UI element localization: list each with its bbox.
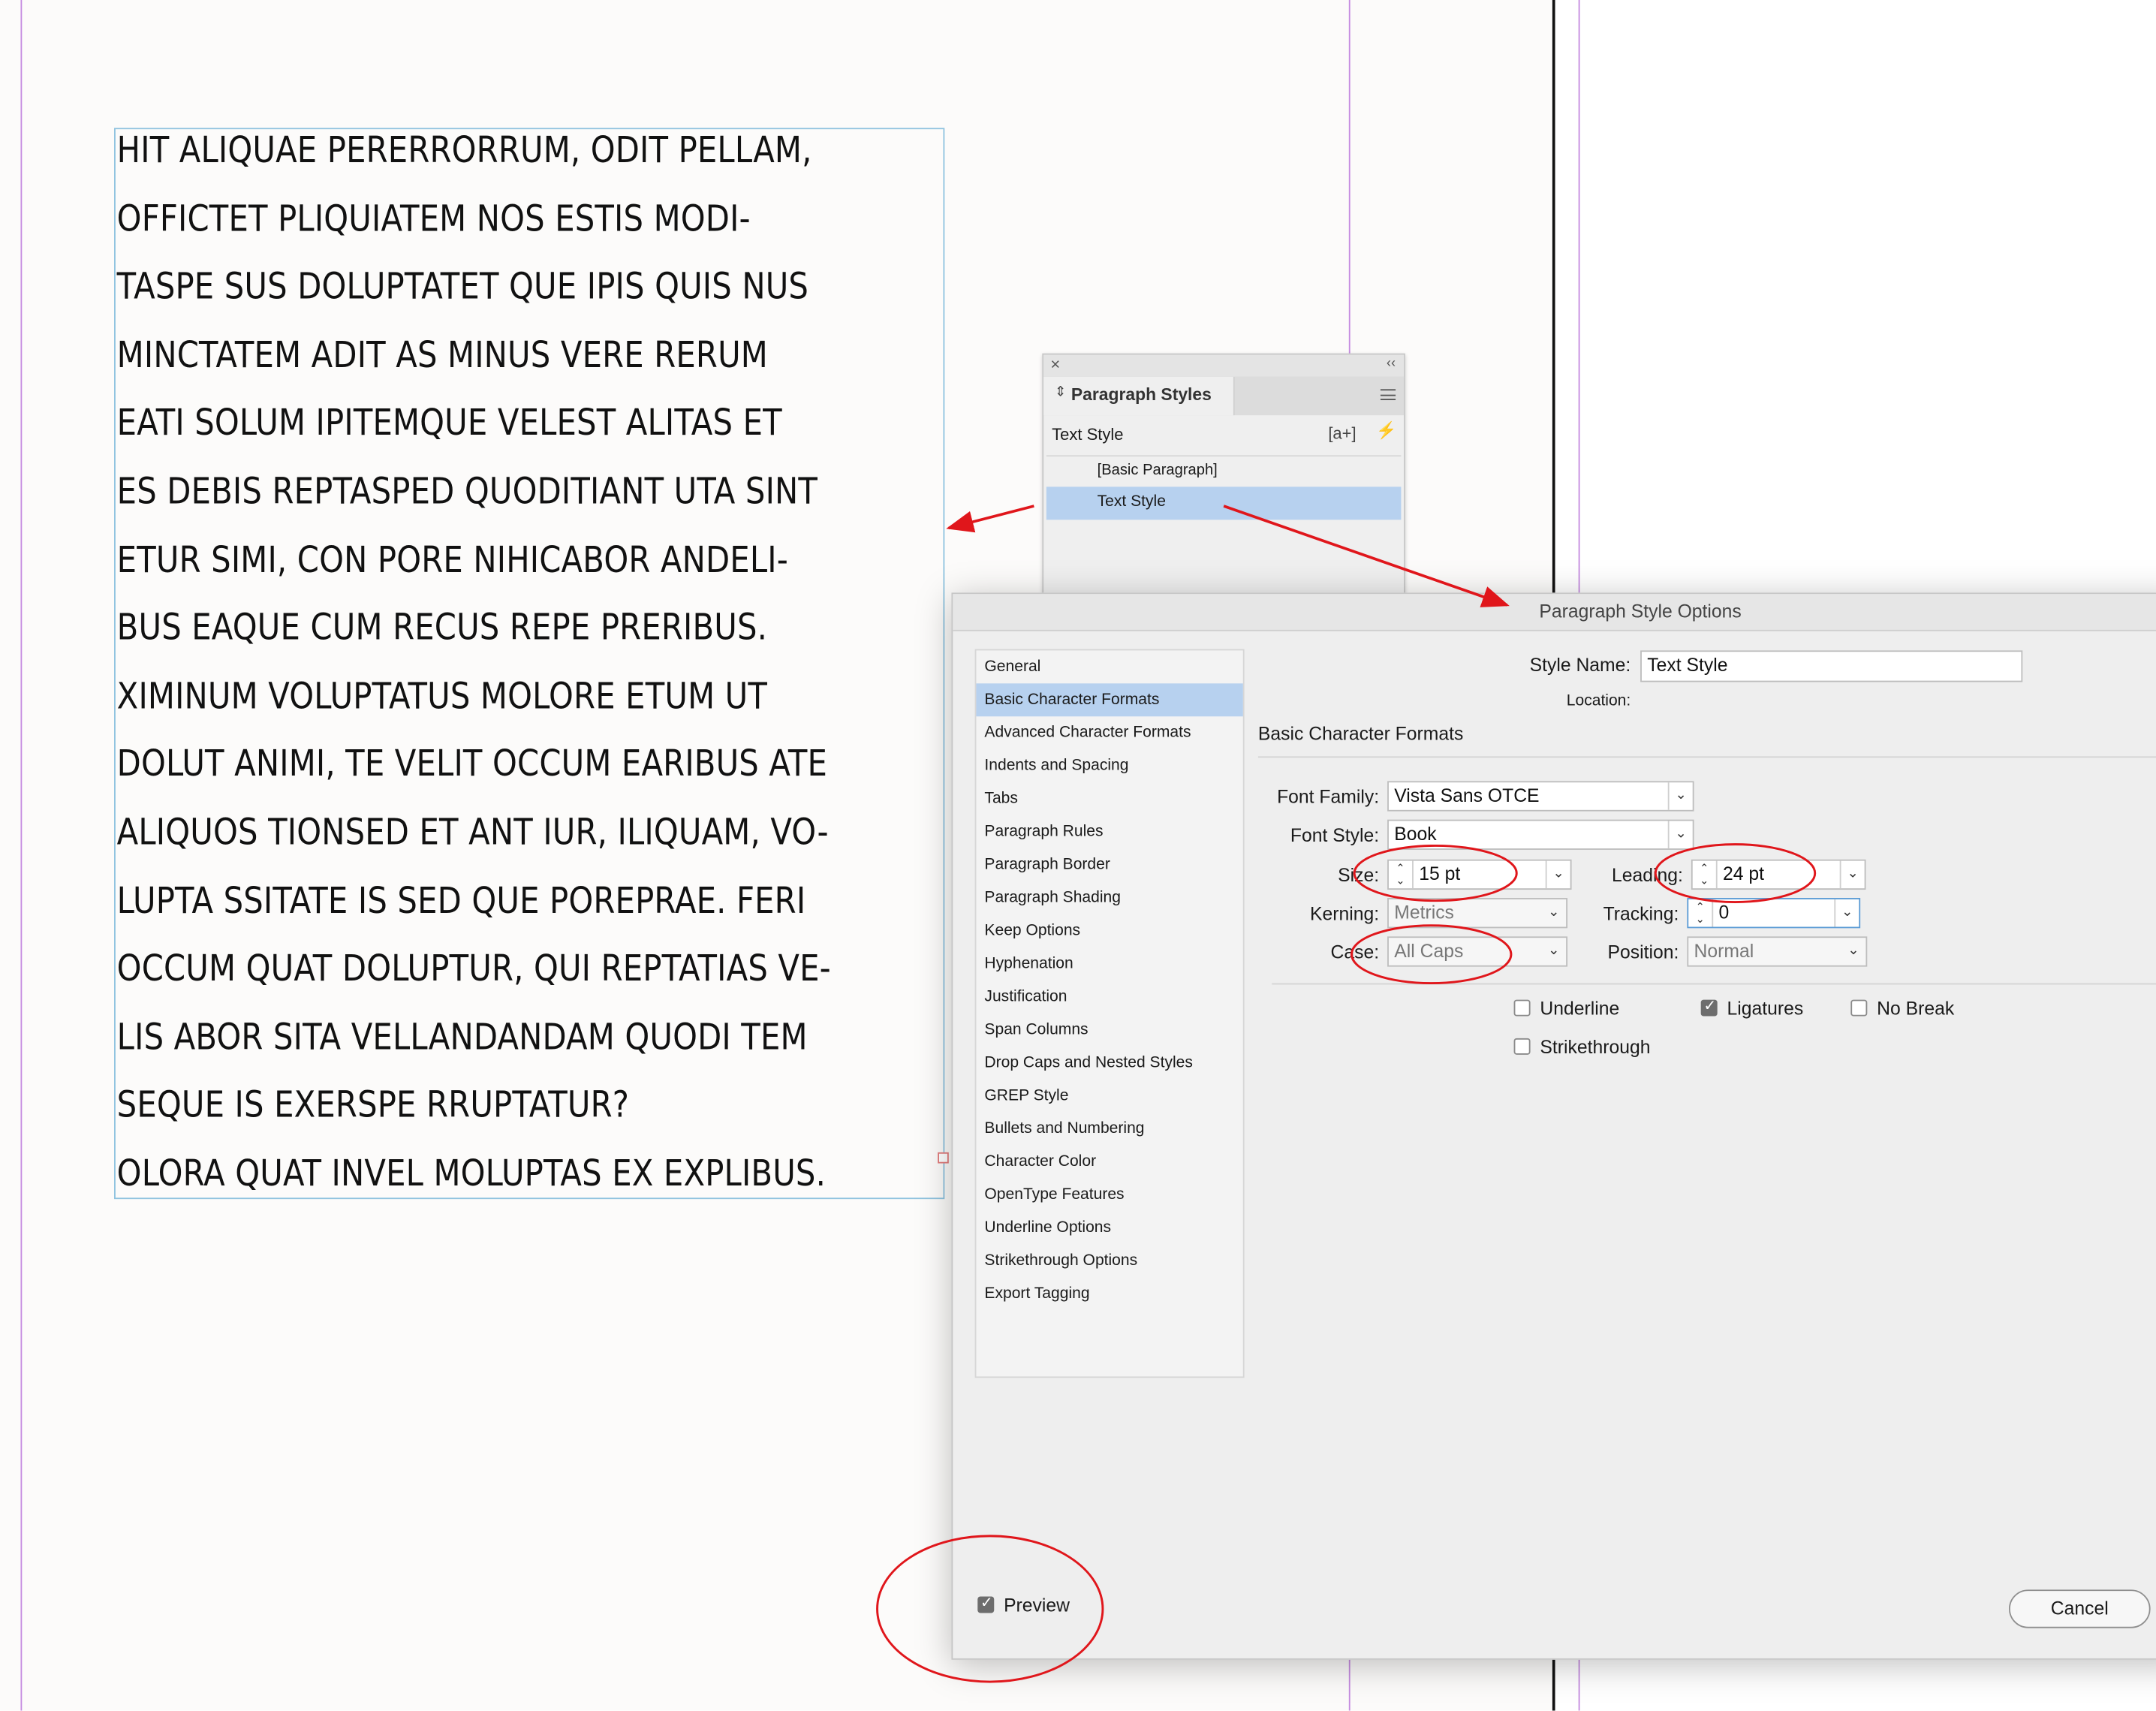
annotation-circle-leading	[1654, 843, 1817, 903]
annotation-circle-preview	[876, 1535, 1104, 1683]
annotation-arrow-to-dialog	[1223, 505, 1510, 607]
annotation-overlay	[876, 505, 1817, 1683]
annotation-arrow-to-text	[946, 505, 1034, 533]
annotation-circle-size	[1353, 844, 1518, 902]
screen: HIT ALIQUAE PERERRORRUM, ODIT PELLAM, OFF…	[0, 0, 2156, 1711]
annotation-circle-case	[1350, 924, 1513, 985]
